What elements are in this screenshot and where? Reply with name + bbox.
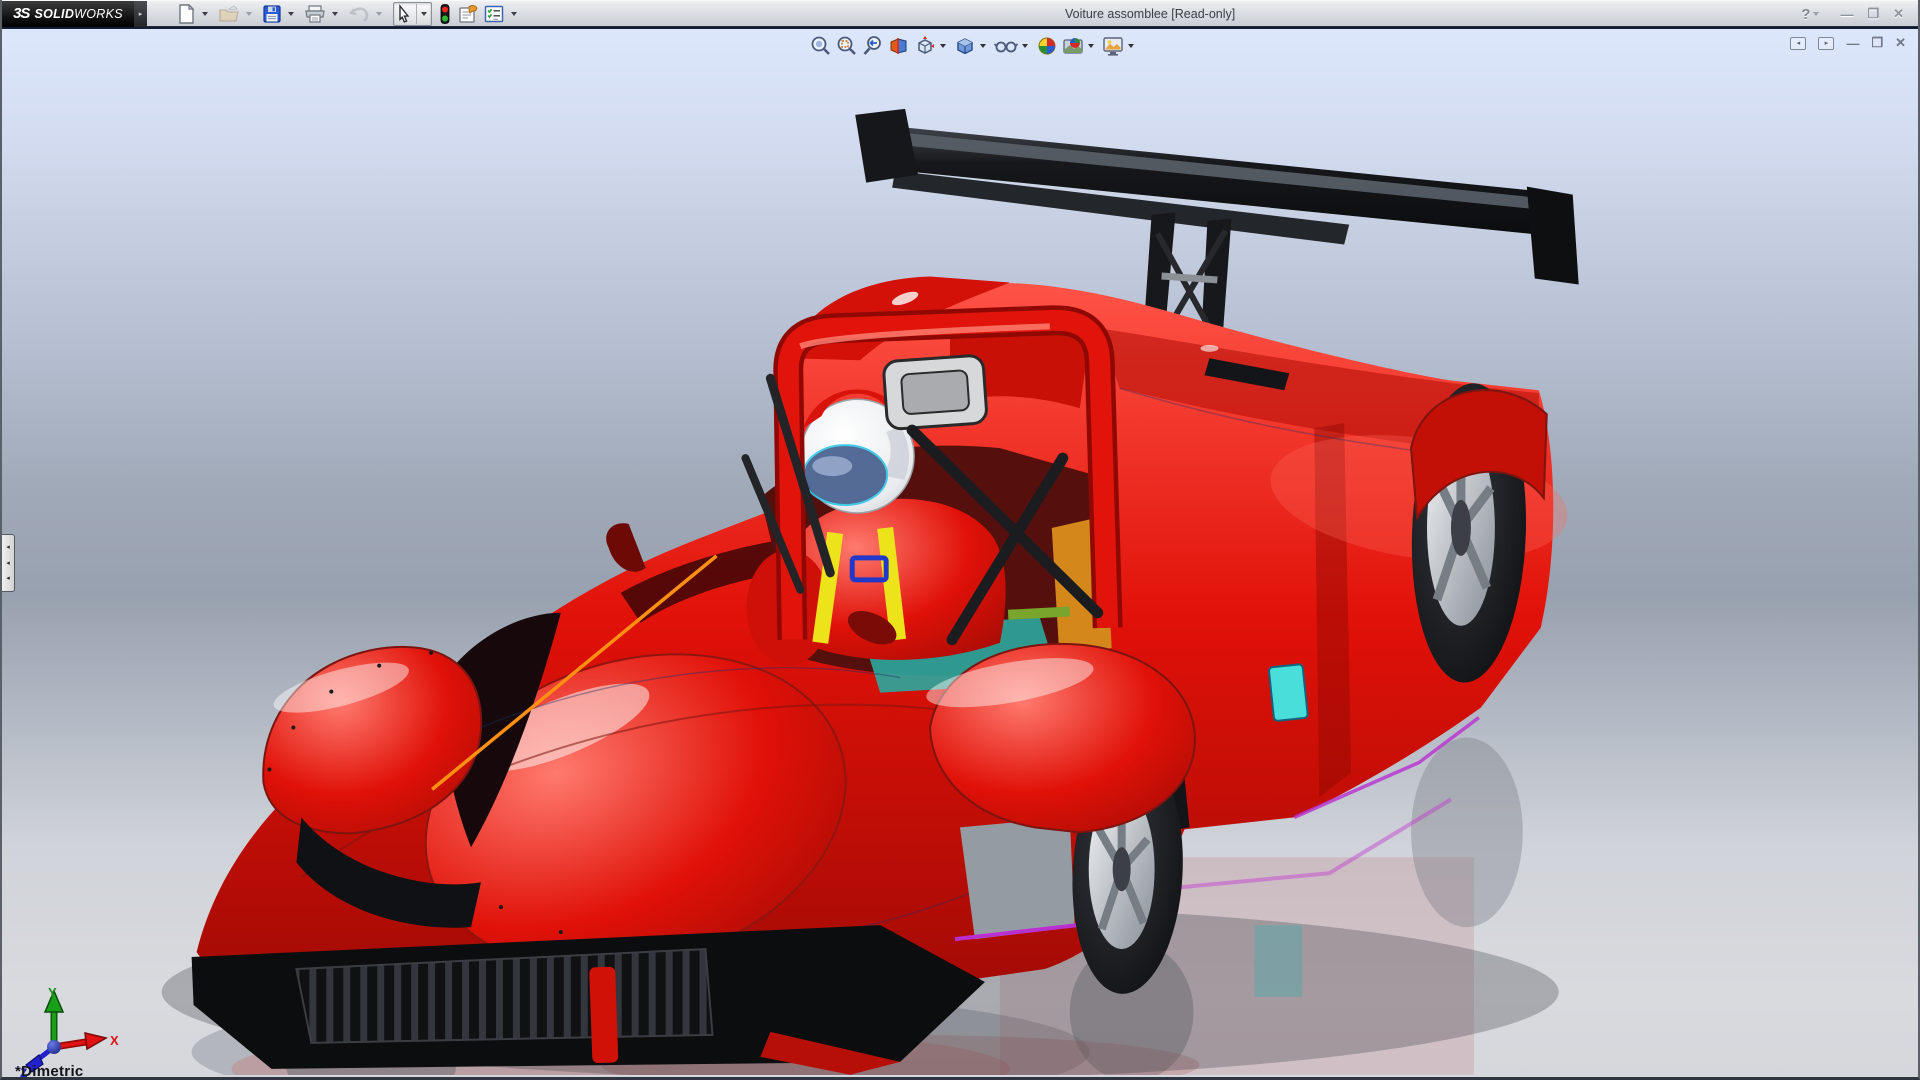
print-icon [304,4,326,24]
select-group-divider [416,4,417,24]
feature-manager-collapsed-tab[interactable]: ◂ ◂ ◂ [2,534,15,592]
section-view-icon [887,34,911,58]
close-button[interactable]: ✕ [1893,6,1904,22]
apply-scene-button[interactable] [1060,32,1086,60]
zoom-to-area-icon [835,34,859,58]
undo-button[interactable] [347,2,371,26]
file-properties-icon [457,4,479,24]
minimize-button[interactable]: — [1840,7,1853,22]
help-icon: ? [1801,6,1810,23]
file-properties-button[interactable] [456,2,480,26]
solidworks-logo: 3S SOLIDWORKS [2,1,134,27]
hide-show-items-button[interactable] [992,32,1020,60]
previous-view-icon [861,34,885,58]
select-dropdown[interactable] [421,12,427,16]
triad-x-label: X [110,1033,119,1048]
open-folder-icon [218,4,240,24]
heads-up-toolbar [808,32,1140,60]
view-settings-dropdown[interactable] [1128,44,1134,48]
solidworks-logo-glyph: 3S [13,5,29,22]
select-cursor-icon [395,4,413,24]
new-document-icon [176,4,196,24]
apply-scene-icon [1061,34,1085,58]
apply-scene-dropdown[interactable] [1088,44,1094,48]
save-icon [262,4,282,24]
titlebar: 3S SOLIDWORKS ▸ [2,0,1918,26]
display-style-button[interactable] [952,32,978,60]
flyout-arrow-icon: ▸ [139,10,143,18]
window-controls: ? — ❐ ✕ [1801,1,1904,27]
window-title: Voiture assomblee [Read-only] [1065,7,1235,21]
help-button[interactable]: ? [1801,6,1826,23]
new-document-dropdown[interactable] [202,12,208,16]
collapse-arrow-icon: ◂ [6,560,10,567]
rebuild-button[interactable] [436,2,454,26]
print-button[interactable] [303,2,327,26]
select-tool-group [393,2,432,26]
display-style-dropdown[interactable] [980,44,986,48]
logo-name-light: WORKS [74,7,123,21]
open-button[interactable] [217,2,241,26]
undo-dropdown[interactable] [376,12,382,16]
zoom-to-fit-icon [809,34,833,58]
save-button[interactable] [261,2,283,26]
collapse-arrow-icon: ◂ [6,575,10,582]
doc-minimize-button[interactable]: — [1846,36,1859,51]
doc-restore-button[interactable]: ❐ [1871,35,1883,51]
options-button[interactable] [482,2,506,26]
main-toolbar [175,2,524,26]
view-orientation-dropdown[interactable] [940,44,946,48]
select-button[interactable] [394,2,414,26]
display-style-icon [953,34,977,58]
graphics-viewport[interactable]: ◂ ▸ — ❐ ✕ ◂ ◂ ◂ Y X Z [2,29,1918,1077]
hide-show-items-dropdown[interactable] [1022,44,1028,48]
zoom-to-fit-button[interactable] [808,32,834,60]
menu-flyout-arrow[interactable]: ▸ [134,1,147,27]
help-dropdown [1813,12,1819,16]
zoom-to-area-button[interactable] [834,32,860,60]
undo-icon [348,4,370,24]
view-orientation-icon [913,34,937,58]
new-document-button[interactable] [175,2,197,26]
restore-button[interactable]: ❐ [1867,6,1879,22]
open-dropdown[interactable] [246,12,252,16]
collapse-arrow-icon: ◂ [6,544,10,551]
view-orientation-label: *Dimetric [15,1063,84,1077]
edit-appearance-button[interactable] [1034,32,1060,60]
edit-appearance-icon [1035,34,1059,58]
options-dropdown[interactable] [511,12,517,16]
car-model-render[interactable] [2,29,1918,1075]
traffic-light-icon [437,3,453,25]
document-window-controls: ◂ ▸ — ❐ ✕ [1790,35,1906,51]
options-checklist-icon [483,4,505,24]
solidworks-window: 3S SOLIDWORKS ▸ [0,0,1920,1080]
doc-close-button[interactable]: ✕ [1895,35,1906,51]
logo-name-bold: SOLID [34,7,74,21]
view-settings-icon [1101,34,1125,58]
solidworks-logo-name: SOLIDWORKS [34,7,122,21]
collapse-left-button[interactable]: ◂ [1790,37,1806,50]
collapse-right-button[interactable]: ▸ [1818,37,1834,50]
triad-y-label: Y [48,985,57,1000]
previous-view-button[interactable] [860,32,886,60]
print-dropdown[interactable] [332,12,338,16]
eyeglasses-icon [993,34,1019,58]
view-settings-button[interactable] [1100,32,1126,60]
save-dropdown[interactable] [288,12,294,16]
section-view-button[interactable] [886,32,912,60]
view-orientation-button[interactable] [912,32,938,60]
